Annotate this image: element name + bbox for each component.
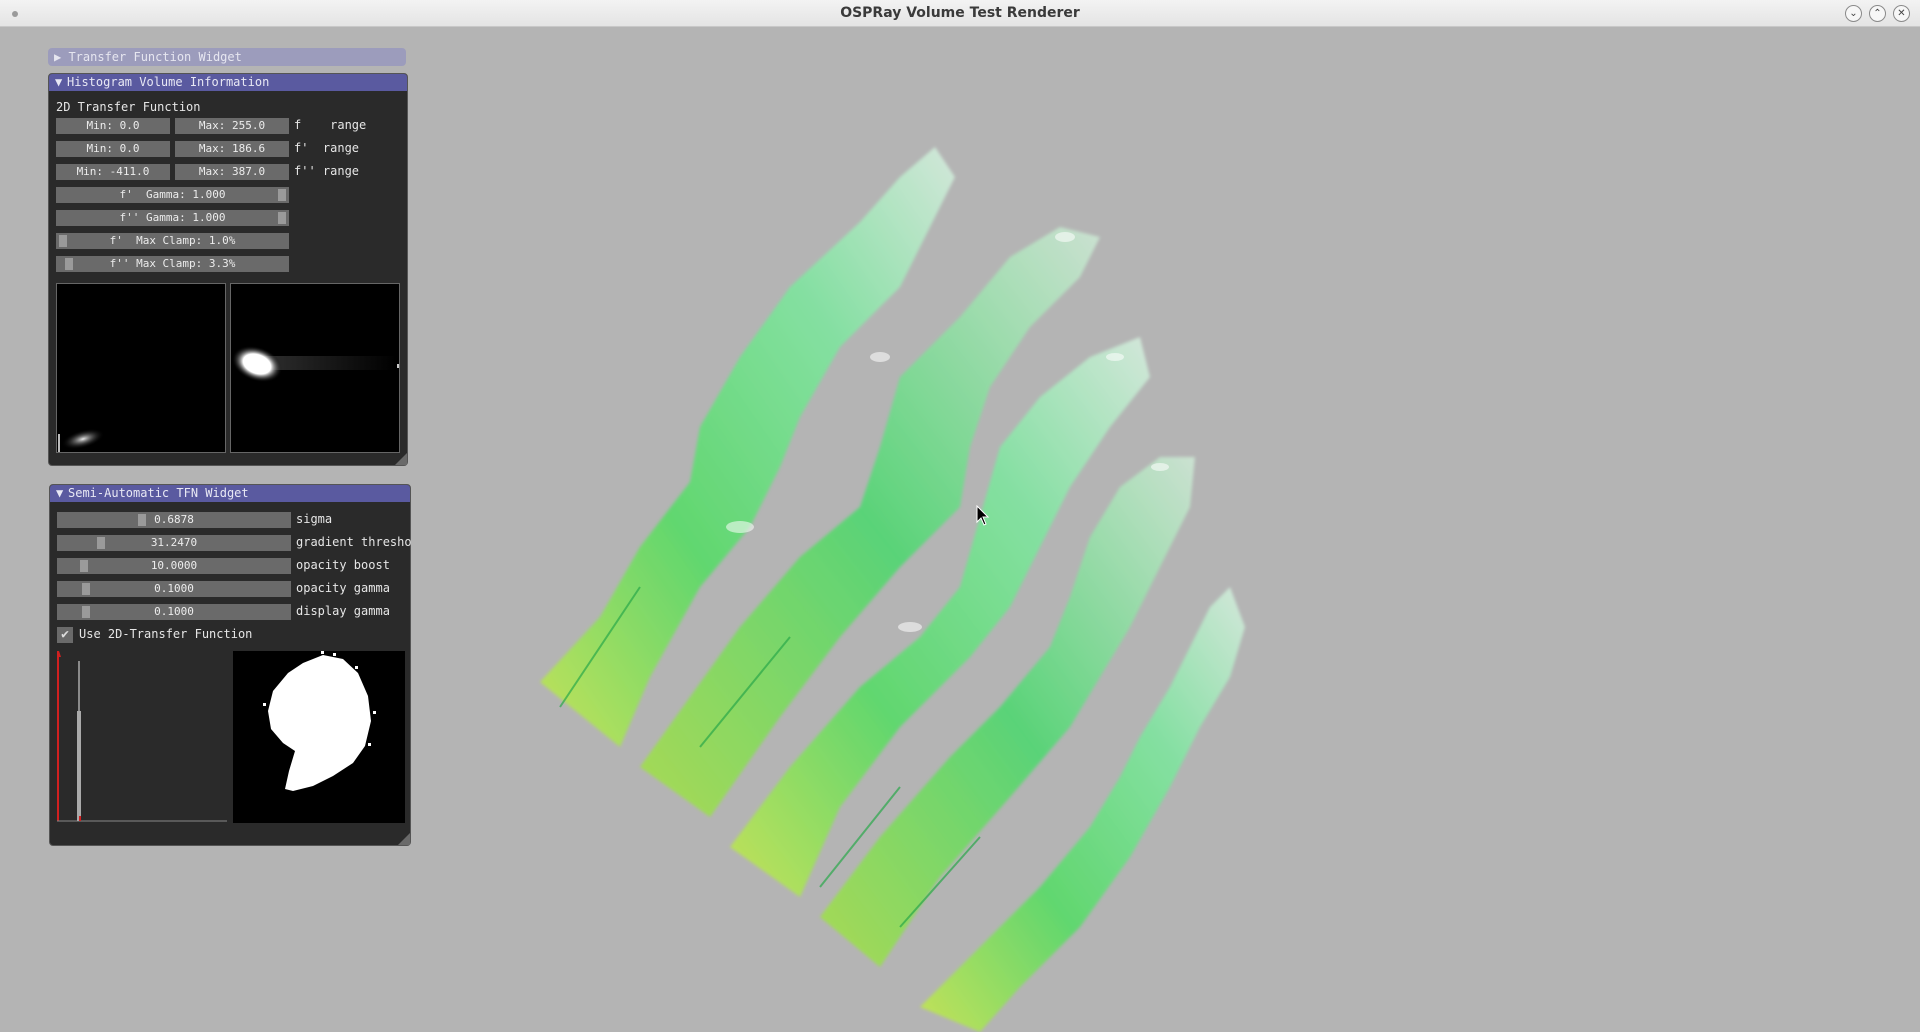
f-min-field[interactable]: Min: 0.0 bbox=[56, 118, 170, 134]
section-label: 2D Transfer Function bbox=[56, 100, 201, 114]
f1-min-field[interactable]: Min: 0.0 bbox=[56, 141, 170, 157]
f2-max-field[interactable]: Max: 387.0 bbox=[175, 164, 289, 180]
display-gamma-label: display gamma bbox=[296, 604, 390, 618]
expand-arrow-icon: ▶ bbox=[54, 50, 69, 64]
slider-grab[interactable] bbox=[59, 235, 67, 247]
f2-range-label: f'' range bbox=[294, 164, 360, 178]
opacity-boost-label: opacity boost bbox=[296, 558, 390, 572]
tf-mask-preview[interactable] bbox=[233, 651, 405, 823]
gradient-threshold-label: gradient thresho bbox=[296, 535, 411, 549]
f1-max-clamp-slider[interactable]: f' Max Clamp: 1.0% bbox=[56, 233, 289, 249]
use-2d-tf-label: Use 2D-Transfer Function bbox=[79, 627, 253, 641]
histogram-f-f1[interactable] bbox=[56, 283, 226, 453]
sigma-label: sigma bbox=[296, 512, 333, 526]
collapse-arrow-icon: ▼ bbox=[55, 75, 63, 89]
display-gamma-slider[interactable]: 0.1000 bbox=[57, 604, 291, 620]
histogram-f-f1-image bbox=[58, 428, 105, 452]
maximize-button[interactable]: ⌃ bbox=[1869, 5, 1886, 22]
resize-grip[interactable] bbox=[398, 833, 410, 845]
semi-auto-tfn-panel: ▼ Semi-Automatic TFN Widget 0.6878 sigma … bbox=[49, 484, 411, 846]
f2-gamma-slider[interactable]: f'' Gamma: 1.000 bbox=[56, 210, 289, 226]
f-max-field[interactable]: Max: 255.0 bbox=[175, 118, 289, 134]
slider-grab[interactable] bbox=[65, 258, 73, 270]
slider-grab[interactable] bbox=[82, 606, 90, 618]
sigma-slider[interactable]: 0.6878 bbox=[57, 512, 291, 528]
opacity-boost-slider[interactable]: 10.0000 bbox=[57, 558, 291, 574]
close-button[interactable]: ✕ bbox=[1893, 5, 1910, 22]
histogram-panel: ▼ Histogram Volume Information 2D Transfe… bbox=[48, 73, 408, 466]
f2-max-clamp-slider[interactable]: f'' Max Clamp: 3.3% bbox=[56, 256, 289, 272]
opacity-gamma-slider[interactable]: 0.1000 bbox=[57, 581, 291, 597]
opacity-histogram-plot bbox=[57, 651, 227, 822]
render-viewport[interactable]: ▶ Transfer Function Widget ▼ Histogram Vo… bbox=[0, 27, 1920, 1032]
resize-grip[interactable] bbox=[395, 453, 407, 465]
slider-grab[interactable] bbox=[80, 560, 88, 572]
slider-grab[interactable] bbox=[138, 514, 146, 526]
f1-gamma-slider[interactable]: f' Gamma: 1.000 bbox=[56, 187, 289, 203]
f1-range-label: f' range bbox=[294, 141, 360, 155]
slider-grab[interactable] bbox=[278, 212, 286, 224]
mouse-cursor-icon bbox=[976, 505, 990, 526]
gradient-threshold-slider[interactable]: 31.2470 bbox=[57, 535, 291, 551]
slider-grab[interactable] bbox=[278, 189, 286, 201]
f-range-label: f range bbox=[294, 118, 367, 132]
f2-min-field[interactable]: Min: -411.0 bbox=[56, 164, 170, 180]
use-2d-tf-checkbox[interactable]: ✔ bbox=[57, 627, 73, 643]
slider-grab[interactable] bbox=[97, 537, 105, 549]
histogram-f-f2-image bbox=[231, 345, 399, 383]
slider-grab[interactable] bbox=[82, 583, 90, 595]
f1-max-field[interactable]: Max: 186.6 bbox=[175, 141, 289, 157]
minimize-button[interactable]: ⌄ bbox=[1845, 5, 1862, 22]
opacity-histogram[interactable] bbox=[57, 651, 227, 823]
collapse-arrow-icon: ▼ bbox=[56, 486, 64, 500]
histogram-panel-header[interactable]: ▼ Histogram Volume Information bbox=[49, 74, 407, 91]
tf-mask-image bbox=[263, 651, 376, 791]
opacity-gamma-label: opacity gamma bbox=[296, 581, 390, 595]
semi-auto-panel-header[interactable]: ▼ Semi-Automatic TFN Widget bbox=[50, 485, 410, 502]
histogram-f-f2[interactable] bbox=[230, 283, 400, 453]
transfer-function-widget-header[interactable]: ▶ Transfer Function Widget bbox=[48, 48, 406, 66]
window-title: OSPRay Volume Test Renderer bbox=[840, 5, 1080, 21]
title-bar: OSPRay Volume Test Renderer ⌄ ⌃ ✕ bbox=[0, 0, 1920, 27]
